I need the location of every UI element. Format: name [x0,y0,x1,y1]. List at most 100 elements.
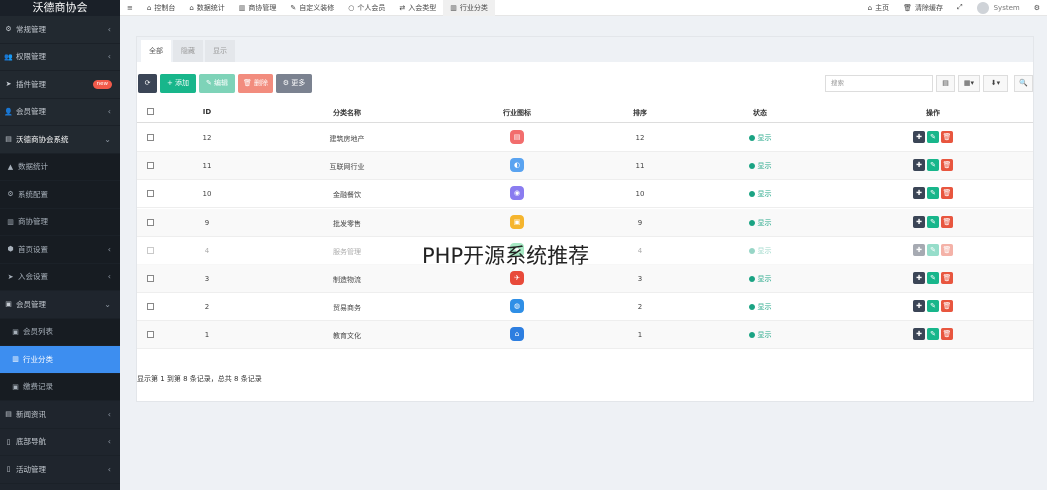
row-checkbox[interactable] [145,275,155,284]
top-tab-3[interactable]: ✎ 自定义装修 [283,0,341,16]
add-button[interactable]: + 添加 [160,74,196,93]
sidebar-item-6[interactable]: ⚙ 系统配置 [0,181,120,209]
col-id[interactable]: ID [177,108,237,116]
sidebar-item-9[interactable]: ➤ 入会设置 ‹ [0,263,120,291]
row-status[interactable]: 显示 [710,133,810,143]
edit-icon[interactable]: ✎ [927,328,939,341]
row-status[interactable]: 显示 [710,302,810,312]
settings-button[interactable]: ⚙ [1027,0,1047,16]
move-icon[interactable]: ✚ [913,131,925,143]
watermark-text: PHP开源系统推荐 [422,244,590,268]
sidebar-item-7[interactable]: ▥ 商协管理 [0,208,120,236]
sidebar-item-16[interactable]: ▯ 活动管理 ‹ [0,456,120,484]
edit-icon[interactable]: ✎ [927,159,939,172]
top-tab-0[interactable]: ⌂ 控制台 [140,0,182,16]
sidebar-item-2[interactable]: ➤ 插件管理 new [0,71,120,99]
sidebar-item-3[interactable]: 👤 会员管理 ‹ [0,98,120,126]
table-row[interactable]: 9 批发零售 ▣ 9 显示 ✚ ✎ 🗑 [137,208,1033,237]
sidebar-item-8[interactable]: ⬢ 首页设置 ‹ [0,236,120,264]
delete-icon[interactable]: 🗑 [941,300,953,313]
sidebar-item-14[interactable]: ▤ 新闻资讯 ‹ [0,401,120,429]
row-status[interactable]: 显示 [710,189,810,199]
tab-hidden[interactable]: 隐藏 [173,40,203,62]
table-row[interactable]: 10 金融餐饮 ◉ 10 显示 ✚ ✎ 🗑 [137,180,1033,209]
sidebar-item-icon: ▲ [7,162,14,171]
menu-toggle-icon[interactable]: ≡ [120,0,140,16]
sidebar-item-10[interactable]: ▣ 会员管理 ⌄ [0,291,120,319]
tab-shown[interactable]: 显示 [205,40,235,62]
fullscreen-button[interactable]: ⤢ [950,0,970,16]
more-button[interactable]: ⚙ 更多 [276,74,312,93]
edit-icon[interactable]: ✎ [927,215,939,228]
edit-icon[interactable]: ✎ [927,243,939,256]
delete-icon[interactable]: 🗑 [941,215,953,228]
move-icon[interactable]: ✚ [913,215,925,228]
delete-icon[interactable]: 🗑 [941,328,953,341]
delete-icon[interactable]: 🗑 [941,272,953,284]
top-tab-1[interactable]: ⌂ 数据统计 [182,0,231,16]
refresh-button[interactable]: ⟳ [138,74,157,93]
edit-icon[interactable]: ✎ [927,272,939,284]
move-icon[interactable]: ✚ [913,187,925,200]
col-sort[interactable]: 排序 [590,108,690,118]
toggle-view-button[interactable]: ▤ [936,75,955,92]
col-name[interactable]: 分类名称 [297,108,397,118]
sidebar-item-0[interactable]: ⚙ 常规管理 ‹ [0,16,120,44]
select-all-checkbox[interactable] [145,108,155,117]
sidebar-item-11[interactable]: ▣ 会员列表 [0,318,120,346]
top-tab-6[interactable]: ▥ 行业分类 [443,0,495,16]
row-checkbox[interactable] [145,303,155,312]
edit-icon[interactable]: ✎ [927,131,939,143]
sidebar-item-1[interactable]: 👥 权限管理 ‹ [0,43,120,71]
sidebar-item-label: 入会设置 [18,272,48,282]
table-row[interactable]: 11 互联网行业 ◐ 11 显示 ✚ ✎ 🗑 [137,152,1033,181]
edit-icon[interactable]: ✎ [927,300,939,313]
table-row[interactable]: 12 建筑房地产 ▤ 12 显示 ✚ ✎ 🗑 [137,124,1033,152]
move-icon[interactable]: ✚ [913,300,925,313]
sidebar-item-12[interactable]: ▥ 行业分类 [0,346,120,374]
columns-button[interactable]: ▦▾ [958,75,980,92]
top-tab-5[interactable]: ⇄ 入会类型 [392,0,443,16]
row-status[interactable]: 显示 [710,161,810,171]
search-icon[interactable]: 🔍 [1014,75,1033,92]
row-status[interactable]: 显示 [710,218,810,228]
row-checkbox[interactable] [145,246,155,256]
row-status[interactable]: 显示 [710,274,810,284]
col-status[interactable]: 状态 [710,108,810,118]
clear-cache-button[interactable]: 🗑 清除缓存 [896,0,950,16]
table-row[interactable]: 2 贸易商务 ◍ 2 显示 ✚ ✎ 🗑 [137,293,1033,322]
delete-icon[interactable]: 🗑 [941,159,953,172]
top-tab-4[interactable]: ○ 个人会员 [341,0,392,16]
row-checkbox[interactable] [145,218,155,228]
topbar: ≡ ⌂ 控制台 ⌂ 数据统计 ▥ 商协管理 ✎ 自定义装修 ○ 个人会员 ⇄ 入会类型 ▥ 行业分类 ⌂ 主… [120,0,1047,16]
row-checkbox[interactable] [145,331,155,340]
row-status[interactable]: 显示 [710,330,810,340]
export-button[interactable]: ⬇▾ [983,75,1008,92]
top-tab-2[interactable]: ▥ 商协管理 [232,0,284,16]
delete-button[interactable]: 🗑 删除 [238,74,273,93]
move-icon[interactable]: ✚ [913,243,925,256]
move-icon[interactable]: ✚ [913,328,925,341]
table-row[interactable]: 1 教育文化 ⌂ 1 显示 ✚ ✎ 🗑 [137,321,1033,350]
row-checkbox[interactable] [145,190,155,199]
tab-all[interactable]: 全部 [141,40,171,62]
user-menu[interactable]: System [970,0,1027,16]
delete-icon[interactable]: 🗑 [941,243,953,256]
row-checkbox[interactable] [145,162,155,171]
edit-icon[interactable]: ✎ [927,187,939,200]
sidebar-item-15[interactable]: ▯ 底部导航 ‹ [0,429,120,456]
hamburger-icon[interactable]: ≡ [127,4,133,12]
chevron-left-icon: ‹ [107,437,111,447]
search-input[interactable]: 搜索 [825,75,933,92]
delete-icon[interactable]: 🗑 [941,187,953,200]
row-status[interactable]: 显示 [710,246,810,256]
home-link[interactable]: ⌂ 主页 [861,0,896,16]
move-icon[interactable]: ✚ [913,272,925,284]
sidebar-item-13[interactable]: ▣ 缴费记录 [0,373,120,401]
row-checkbox[interactable] [145,134,155,143]
edit-button[interactable]: ✎ 编辑 [199,74,235,93]
delete-icon[interactable]: 🗑 [941,131,953,143]
sidebar-item-5[interactable]: ▲ 数据统计 [0,153,120,181]
move-icon[interactable]: ✚ [913,159,925,172]
sidebar-item-4[interactable]: ▤ 沃德商协会系统 ⌄ [0,126,120,154]
